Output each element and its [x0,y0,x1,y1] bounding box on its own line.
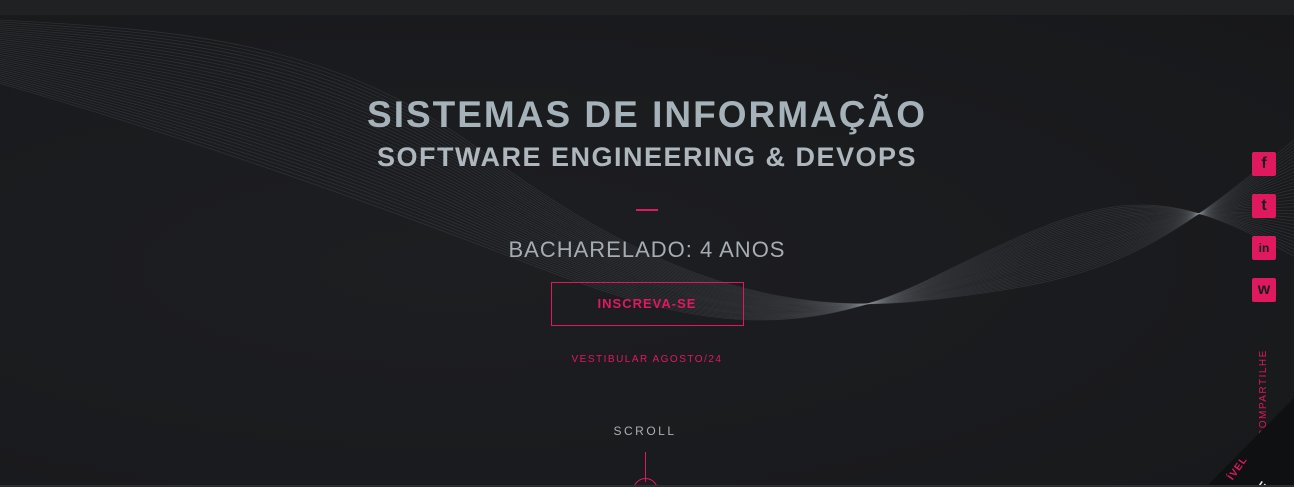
twitter-icon[interactable]: t [1252,194,1276,218]
linkedin-icon[interactable]: in [1252,236,1276,260]
page-subtitle: SOFTWARE ENGINEERING & DEVOPS [376,142,918,172]
social-share-bar: f t in w [1252,152,1277,320]
hero-page: SISTEMAS DE INFORMAÇÃO SOFTWARE ENGINEER… [0,0,1294,487]
corner-badge[interactable]: ÍVEL E [1206,398,1294,487]
degree-duration: BACHARELADO: 4 ANOS [508,237,786,262]
facebook-glyph: f [1261,155,1267,172]
vestibular-link[interactable]: VESTIBULAR AGOSTO/24 [300,354,994,366]
corner-triangle [1206,398,1294,487]
facebook-icon[interactable]: f [1252,152,1276,176]
scroll-label[interactable]: SCROLL [595,424,695,438]
hero-section: SISTEMAS DE INFORMAÇÃO SOFTWARE ENGINEER… [300,92,994,366]
subscribe-button[interactable]: INSCREVA-SE [550,282,744,326]
accent-divider [636,209,658,211]
page-title: SISTEMAS DE INFORMAÇÃO [367,94,927,135]
whatsapp-glyph: w [1257,281,1271,298]
linkedin-glyph: in [1258,241,1270,255]
whatsapp-icon[interactable]: w [1252,278,1276,302]
twitter-glyph: t [1261,197,1267,214]
